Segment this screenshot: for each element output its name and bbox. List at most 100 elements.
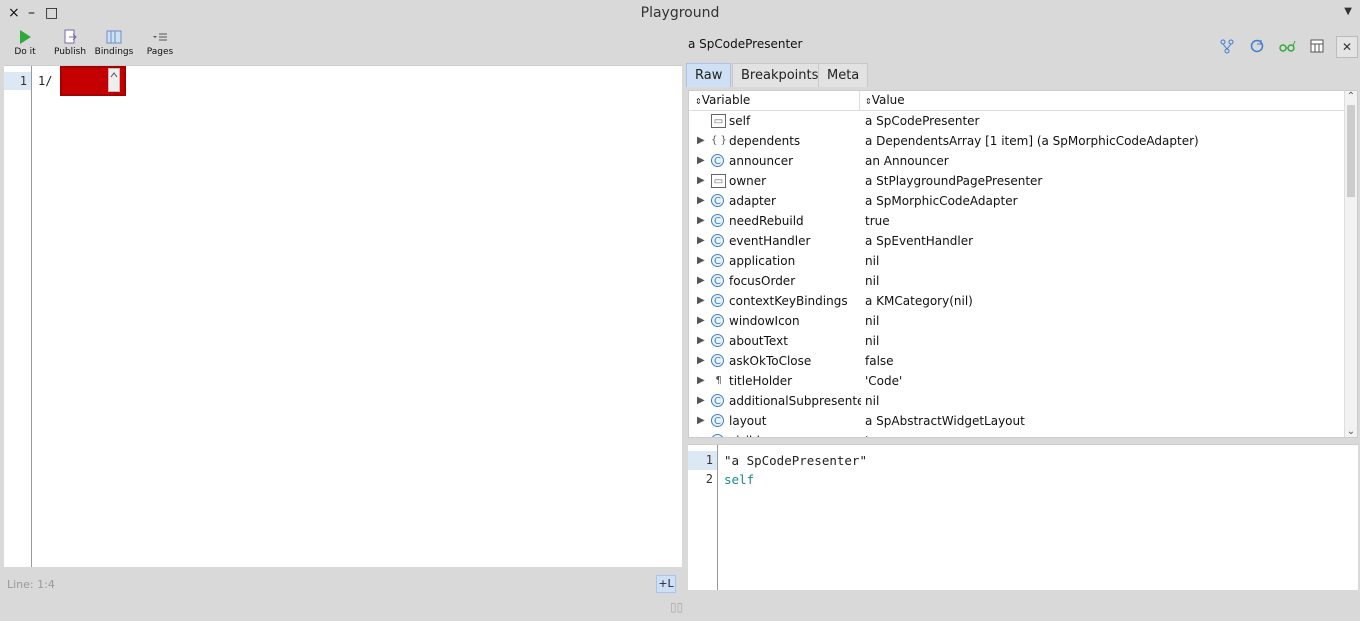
class-icon: C [711, 354, 724, 367]
tab-raw[interactable]: Raw [686, 63, 732, 87]
table-row[interactable]: ▶ CfocusOrder nil [689, 271, 1345, 291]
table-row[interactable]: ▶ CaskOkToClose false [689, 351, 1345, 371]
table-row[interactable]: ▶ CneedRebuild true [689, 211, 1345, 231]
browse-icon[interactable] [1308, 38, 1326, 56]
expand-triangle-icon[interactable]: ▶ [697, 291, 705, 311]
table-row[interactable]: ▶ Clayout a SpAbstractWidgetLayout [689, 411, 1345, 431]
publish-button[interactable]: Publish [48, 28, 92, 57]
window-title: Playground [640, 5, 720, 21]
branch-icon[interactable] [1218, 38, 1236, 56]
bindings-label: Bindings [94, 47, 134, 57]
table-row[interactable]: ▶ CcontextKeyBindings a KMCategory(nil) [689, 291, 1345, 311]
column-divider[interactable] [859, 91, 860, 111]
variables-table[interactable]: ⇕Variable ⇕Value ▭ self a SpCodePresenter ▶… [688, 90, 1358, 438]
completion-scrollbar[interactable] [108, 68, 120, 92]
braces-icon: { } [711, 135, 727, 146]
variable-name: eventHandler [729, 234, 811, 248]
window-menu-icon[interactable]: ▼ [1344, 6, 1352, 17]
variable-value: a StPlaygroundPagePresenter [865, 174, 1043, 188]
class-icon: C [711, 154, 724, 167]
expand-triangle-icon[interactable]: ▶ [697, 251, 705, 271]
line-number: 2 [705, 472, 713, 486]
expand-triangle-icon[interactable]: ▶ [697, 151, 705, 171]
window-icon: ▭ [711, 174, 726, 188]
expand-triangle-icon[interactable]: ▶ [697, 411, 705, 431]
table-row[interactable]: ▶ Cvisible true [689, 431, 1345, 437]
variable-name: layout [729, 414, 767, 428]
inspector-eval-editor[interactable]: 1 2 "a SpCodePresenter" self [688, 444, 1358, 590]
pages-icon [153, 33, 167, 41]
variable-name: windowIcon [729, 314, 800, 328]
close-inspector-button[interactable]: ✕ [1336, 36, 1358, 58]
window-icon: ▭ [711, 114, 726, 128]
variable-name: adapter [729, 194, 776, 208]
variable-name: askOkToClose [729, 354, 812, 368]
variable-name: self [729, 114, 751, 128]
chevron-down-icon[interactable]: ⌄ [1345, 426, 1357, 437]
class-icon: C [711, 334, 724, 347]
refresh-icon-shape [1250, 39, 1264, 53]
refresh-icon[interactable] [1248, 38, 1266, 56]
chevron-up-icon[interactable]: ⌃ [1345, 91, 1357, 102]
glasses-icon[interactable] [1278, 38, 1296, 56]
expand-triangle-icon[interactable]: ▶ [697, 171, 705, 191]
pane-splitter-handle[interactable]: ▯▯ [670, 600, 694, 614]
code-line[interactable]: self [724, 470, 867, 489]
line-numbers-toggle[interactable]: +L [656, 575, 676, 593]
expand-triangle-icon[interactable]: ▶ [697, 371, 705, 391]
do-it-label: Do it [14, 47, 36, 57]
expand-triangle-icon[interactable]: ▶ [697, 311, 705, 331]
publish-icon [64, 29, 77, 44]
class-icon: C [711, 434, 724, 437]
expand-triangle-icon[interactable]: ▶ [697, 131, 705, 151]
code-text[interactable]: 1/ [38, 72, 52, 90]
variable-value: true [865, 214, 890, 228]
expand-triangle-icon[interactable]: ▶ [697, 391, 705, 411]
pilcrow-icon: ¶ [715, 375, 722, 386]
play-icon [20, 30, 31, 44]
chevron-up-icon [110, 72, 118, 78]
expand-triangle-icon[interactable]: ▶ [697, 231, 705, 251]
table-row[interactable]: ▶ CadditionalSubpresenters nil [689, 391, 1345, 411]
variable-value: a SpAbstractWidgetLayout [865, 414, 1025, 428]
table-row[interactable]: ▶ CwindowIcon nil [689, 311, 1345, 331]
variable-value: a SpCodePresenter [865, 114, 980, 128]
eval-code-text[interactable]: "a SpCodePresenter" self [724, 451, 867, 489]
inspector-title: a SpCodePresenter [688, 37, 803, 51]
table-row[interactable]: ▶ Cannouncer an Announcer [689, 151, 1345, 171]
table-row[interactable]: ▶ CaboutText nil [689, 331, 1345, 351]
variable-value: a SpMorphicCodeAdapter [865, 194, 1018, 208]
table-row[interactable]: ▭ self a SpCodePresenter [689, 111, 1345, 131]
table-scrollbar[interactable]: ⌃ ⌄ [1344, 91, 1357, 437]
do-it-button[interactable]: Do it [3, 28, 47, 57]
class-icon: C [711, 394, 724, 407]
expand-triangle-icon[interactable]: ▶ [697, 431, 705, 437]
pages-button[interactable]: Pages [138, 28, 182, 57]
table-row[interactable]: ▶ ▭ owner a StPlaygroundPagePresenter [689, 171, 1345, 191]
scrollbar-thumb[interactable] [1347, 105, 1355, 197]
cursor-position-status: Line: 1:4 [7, 578, 55, 591]
variable-column-header[interactable]: ⇕Variable [695, 93, 750, 107]
variable-name: dependents [729, 134, 801, 148]
tab-meta[interactable]: Meta [818, 63, 869, 87]
bindings-button[interactable]: Bindings [92, 28, 136, 57]
playground-code-editor[interactable]: 1 1/ [4, 65, 682, 567]
table-row[interactable]: ▶ CeventHandler a SpEventHandler [689, 231, 1345, 251]
tab-breakpoints[interactable]: Breakpoints [732, 63, 828, 87]
table-row[interactable]: ▶ Capplication nil [689, 251, 1345, 271]
table-row[interactable]: ▶ { } dependents a DependentsArray [1 item]… [689, 131, 1345, 151]
expand-triangle-icon[interactable]: ▶ [697, 191, 705, 211]
table-row[interactable]: ▶ ¶ titleHolder 'Code' [689, 371, 1345, 391]
expand-triangle-icon[interactable]: ▶ [697, 271, 705, 291]
expand-triangle-icon[interactable]: ▶ [697, 351, 705, 371]
line-number-gutter: 1 [4, 66, 32, 567]
class-icon: C [711, 234, 724, 247]
expand-triangle-icon[interactable]: ▶ [697, 331, 705, 351]
class-icon: C [711, 314, 724, 327]
value-column-header[interactable]: ⇕Value [865, 93, 905, 107]
browse-icon-shape [1310, 39, 1324, 53]
line-number: 1 [688, 451, 717, 470]
expand-triangle-icon[interactable]: ▶ [697, 211, 705, 231]
table-row[interactable]: ▶ Cadapter a SpMorphicCodeAdapter [689, 191, 1345, 211]
code-line[interactable]: "a SpCodePresenter" [724, 451, 867, 470]
